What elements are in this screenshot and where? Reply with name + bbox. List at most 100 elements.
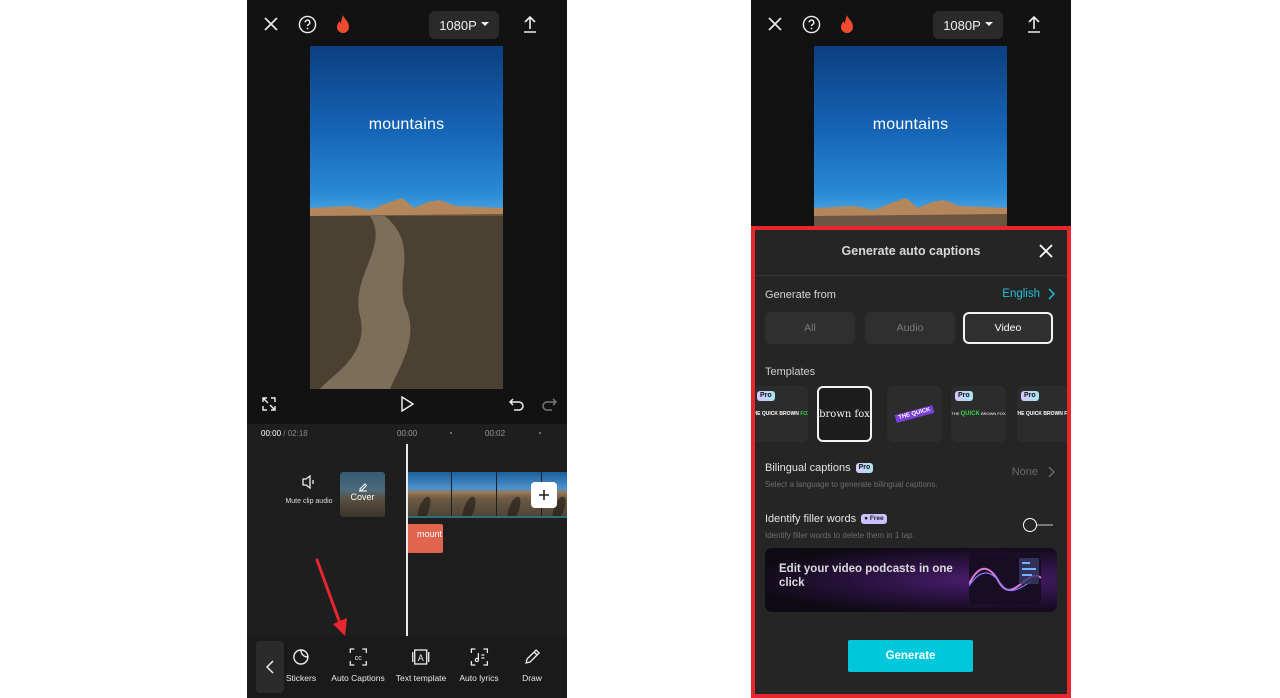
ruler-tick: 00:00 [397, 429, 418, 438]
clip-frame [452, 472, 497, 516]
chevron-left-icon [266, 660, 274, 674]
waveform-image [969, 554, 1041, 604]
template-preview: THE QUICK BROWN FOX [951, 411, 1006, 417]
editor-screen: 1080P mountains 00:00 / 02:18 00:00 00:0… [247, 0, 567, 698]
language-value: English [1002, 288, 1040, 300]
tool-auto-captions[interactable]: cc Auto Captions [331, 648, 385, 683]
edit-icon [340, 482, 385, 492]
caption-overlay-text: mountains [872, 116, 949, 133]
template-item[interactable]: brown fox [817, 386, 872, 442]
podcast-promo-banner[interactable]: Edit your video podcasts in one click [765, 548, 1057, 612]
close-icon[interactable] [1039, 244, 1055, 260]
tool-label: Stickers [285, 673, 317, 683]
template-item[interactable]: Pro THE QUICK BROWN FOX [755, 386, 808, 442]
total-time: / 02:18 [281, 429, 308, 438]
playhead[interactable] [406, 444, 408, 636]
playback-controls [247, 390, 567, 424]
time-ruler: 00:00 / 02:18 00:00 00:02 [247, 424, 567, 442]
caret-down-icon [480, 22, 489, 26]
cc-icon: cc [331, 648, 384, 668]
bilingual-captions-title: Bilingual captions Pro [765, 462, 874, 474]
source-all[interactable]: All [765, 312, 855, 344]
ruler-dot [539, 432, 541, 434]
pro-badge: Pro [757, 391, 775, 401]
resolution-label: 1080P [943, 17, 981, 33]
template-preview: brown fox [819, 408, 870, 420]
resolution-label: 1080P [439, 17, 477, 33]
source-audio[interactable]: Audio [865, 312, 955, 344]
export-icon[interactable] [520, 14, 540, 34]
pro-badge: Pro [955, 391, 973, 401]
bilingual-captions-subtitle: Select a language to generate bilingual … [765, 480, 938, 489]
resolution-dropdown[interactable]: 1080P [933, 11, 1003, 39]
chevron-right-icon [1048, 288, 1055, 300]
tool-auto-lyrics[interactable]: Auto lyrics [459, 648, 499, 683]
tool-stickers[interactable]: Stickers [286, 648, 316, 683]
pro-badge: Pro [855, 463, 874, 473]
template-preview: THE QUICK BROWN FOX [755, 411, 808, 417]
undo-icon[interactable] [507, 394, 527, 414]
generate-captions-sheet: Generate auto captions Generate from Eng… [751, 226, 1071, 698]
generate-button[interactable]: Generate [848, 640, 973, 672]
add-clip-button[interactable] [531, 482, 557, 508]
filler-words-title: Identify filler words ● Free [765, 513, 887, 525]
text-clip[interactable]: mount [407, 524, 443, 553]
lyrics-icon [459, 648, 498, 668]
filler-words-subtitle: Identify filler words to delete them in … [765, 531, 915, 540]
export-icon[interactable] [1024, 14, 1044, 34]
current-time: 00:00 / 02:18 [261, 429, 308, 438]
trail-image [310, 216, 503, 389]
pencil-icon [522, 648, 542, 668]
help-icon[interactable] [297, 14, 317, 34]
filler-words-toggle[interactable] [1023, 518, 1053, 532]
svg-text:cc: cc [355, 655, 363, 662]
back-button[interactable] [256, 641, 284, 693]
tool-text-template[interactable]: A Text template [395, 648, 447, 683]
close-icon[interactable] [261, 14, 281, 34]
timeline[interactable]: 00:00 / 02:18 00:00 00:02 Mute clip audi… [247, 424, 567, 636]
cover-button[interactable]: Cover [340, 472, 385, 517]
tool-label: Draw [522, 673, 542, 683]
divider [755, 275, 1067, 276]
template-item[interactable]: Pro THE QUICK BROWN FOX [1017, 386, 1067, 442]
text-template-icon: A [396, 648, 447, 668]
close-icon[interactable] [765, 14, 785, 34]
help-icon[interactable] [801, 14, 821, 34]
template-item[interactable]: Pro THE QUICK BROWN FOX [951, 386, 1006, 442]
redo-icon[interactable] [539, 394, 559, 414]
clip-frame [407, 472, 452, 516]
mountains-image [814, 198, 1007, 226]
bilingual-language-selector[interactable]: None [1012, 466, 1055, 478]
tool-draw[interactable]: Draw [522, 648, 542, 683]
fullscreen-icon[interactable] [259, 394, 279, 414]
sheet-title: Generate auto captions [841, 244, 981, 258]
templates-carousel[interactable]: Pro THE QUICK BROWN FOX brown fox THE QU… [755, 386, 1067, 444]
play-icon[interactable] [397, 394, 417, 414]
video-preview[interactable]: mountains [310, 46, 503, 389]
toggle-knob [1023, 518, 1037, 532]
top-bar: 1080P [247, 0, 567, 48]
cover-label: Cover [350, 492, 375, 502]
tool-label: Text template [395, 673, 447, 683]
fire-icon[interactable] [333, 14, 353, 34]
mute-clip-audio-button[interactable]: Mute clip audio [283, 474, 335, 505]
plus-icon [539, 490, 549, 500]
svg-text:A: A [418, 653, 424, 663]
language-selector[interactable]: English [1002, 288, 1055, 300]
tool-label: Auto Captions [331, 673, 385, 683]
auto-captions-screen: 1080P mountains Generate auto captions G… [751, 0, 1071, 698]
free-badge: ● Free [861, 514, 887, 524]
bottom-toolbar: Stickers cc Auto Captions A Text templat… [247, 636, 567, 698]
template-preview: THE QUICK [894, 405, 935, 423]
source-video[interactable]: Video [963, 312, 1053, 344]
ruler-dot [450, 432, 452, 434]
template-item[interactable]: THE QUICK [887, 386, 942, 442]
annotation-arrow [315, 558, 347, 636]
templates-label: Templates [765, 366, 816, 378]
speaker-icon [283, 474, 335, 492]
chevron-right-icon [1048, 466, 1055, 478]
generate-from-label: Generate from [765, 289, 836, 301]
fire-icon[interactable] [837, 14, 857, 34]
template-preview: THE QUICK BROWN FOX [1017, 411, 1067, 417]
resolution-dropdown[interactable]: 1080P [429, 11, 499, 39]
